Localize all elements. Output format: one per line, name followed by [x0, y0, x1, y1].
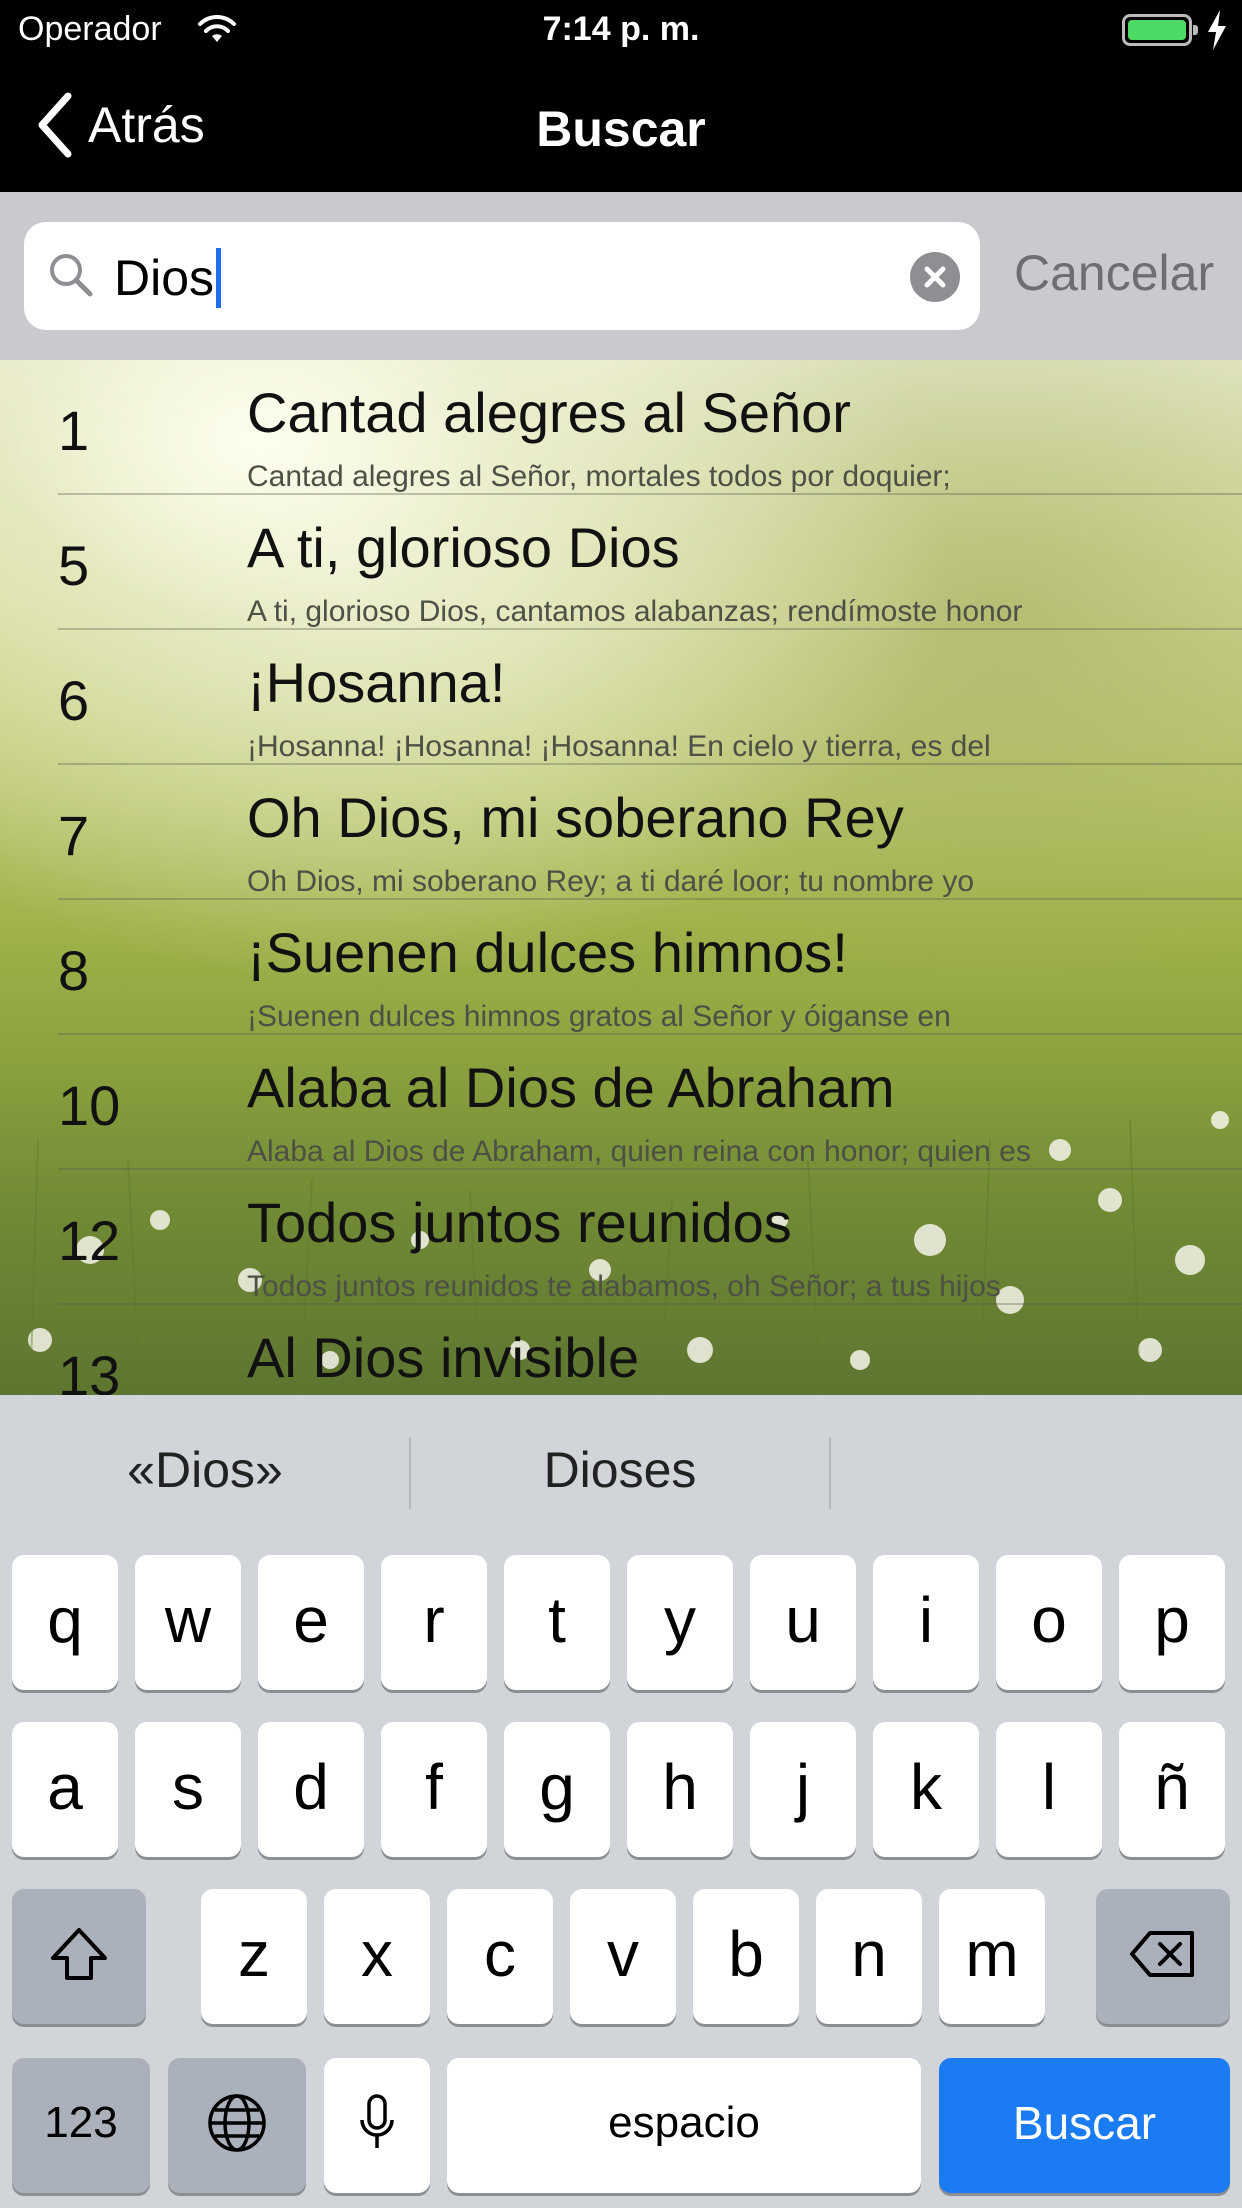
key-d[interactable]: d — [258, 1722, 364, 1857]
list-item[interactable]: 8 ¡Suenen dulces himnos! ¡Suenen dulces … — [0, 900, 1242, 1035]
numbers-key[interactable]: 123 — [12, 2058, 150, 2193]
key-e[interactable]: e — [258, 1555, 364, 1690]
list-item[interactable]: 6 ¡Hosanna! ¡Hosanna! ¡Hosanna! ¡Hosanna… — [0, 630, 1242, 765]
key-h[interactable]: h — [627, 1722, 733, 1857]
navigation-bar: Atrás Buscar — [0, 62, 1242, 192]
hymn-title: ¡Hosanna! — [247, 651, 506, 714]
back-label: Atrás — [88, 97, 205, 153]
keyboard: «Dios» Dioses q w e r t y u i o p a s d … — [0, 1395, 1242, 2208]
shift-key[interactable] — [12, 1889, 146, 2024]
status-bar: Operador 7:14 p. m. — [0, 0, 1242, 62]
backspace-icon — [1130, 1930, 1194, 1977]
space-key[interactable]: espacio — [447, 2058, 921, 2193]
key-f[interactable]: f — [381, 1722, 487, 1857]
hymn-title: Al Dios invisible — [247, 1326, 640, 1389]
text-caret — [216, 248, 222, 308]
clock: 7:14 p. m. — [542, 10, 700, 48]
key-x[interactable]: x — [324, 1889, 430, 2024]
key-k[interactable]: k — [873, 1722, 979, 1857]
hymn-snippet: A ti, glorioso Dios, cantamos alabanzas;… — [247, 595, 1023, 628]
key-p[interactable]: p — [1119, 1555, 1225, 1690]
predictive-bar: «Dios» Dioses — [0, 1395, 1242, 1545]
suggestion-divider — [829, 1437, 831, 1509]
hymn-number: 12 — [58, 1209, 121, 1272]
key-y[interactable]: y — [627, 1555, 733, 1690]
hymn-snippet: ¡Suenen dulces himnos gratos al Señor y … — [247, 1000, 951, 1033]
search-bar: Dios Cancelar — [0, 192, 1242, 360]
key-u[interactable]: u — [750, 1555, 856, 1690]
chevron-left-icon — [38, 92, 72, 158]
list-item[interactable]: 5 A ti, glorioso Dios A ti, glorioso Dio… — [0, 495, 1242, 630]
list-item[interactable]: 7 Oh Dios, mi soberano Rey Oh Dios, mi s… — [0, 765, 1242, 900]
key-n-tilde[interactable]: ñ — [1119, 1722, 1225, 1857]
hymn-number: 1 — [58, 399, 90, 462]
results-list[interactable]: 1 Cantad alegres al Señor Cantad alegres… — [0, 360, 1242, 1395]
search-query-text: Dios — [114, 250, 215, 306]
key-c[interactable]: c — [447, 1889, 553, 2024]
key-z[interactable]: z — [201, 1889, 307, 2024]
charging-icon — [1208, 10, 1226, 50]
key-t[interactable]: t — [504, 1555, 610, 1690]
list-item[interactable]: 13 Al Dios invisible — [0, 1305, 1242, 1395]
hymn-number: 8 — [58, 939, 90, 1002]
hymn-number: 6 — [58, 669, 90, 732]
hymn-number: 7 — [58, 804, 90, 867]
key-b[interactable]: b — [693, 1889, 799, 2024]
hymn-snippet: ¡Hosanna! ¡Hosanna! ¡Hosanna! En cielo y… — [247, 730, 991, 763]
key-v[interactable]: v — [570, 1889, 676, 2024]
clear-search-button[interactable] — [910, 252, 960, 302]
back-button[interactable]: Atrás — [36, 92, 205, 158]
list-item[interactable]: 12 Todos juntos reunidos Todos juntos re… — [0, 1170, 1242, 1305]
hymn-title: A ti, glorioso Dios — [247, 516, 680, 579]
key-a[interactable]: a — [12, 1722, 118, 1857]
list-item[interactable]: 10 Alaba al Dios de Abraham Alaba al Dio… — [0, 1035, 1242, 1170]
hymn-snippet: Alaba al Dios de Abraham, quien reina co… — [247, 1135, 1031, 1168]
hymn-title: Oh Dios, mi soberano Rey — [247, 786, 904, 849]
list-item[interactable]: 1 Cantad alegres al Señor Cantad alegres… — [0, 360, 1242, 495]
delete-key[interactable] — [1096, 1889, 1230, 2024]
key-q[interactable]: q — [12, 1555, 118, 1690]
hymn-title: Alaba al Dios de Abraham — [247, 1056, 895, 1119]
suggestion-item[interactable]: Dioses — [411, 1441, 829, 1499]
search-key[interactable]: Buscar — [939, 2058, 1230, 2193]
key-s[interactable]: s — [135, 1722, 241, 1857]
key-l[interactable]: l — [996, 1722, 1102, 1857]
search-icon — [50, 254, 93, 297]
suggestion-quoted[interactable]: «Dios» — [0, 1441, 410, 1499]
shift-icon — [51, 1927, 107, 1980]
hymn-title: Cantad alegres al Señor — [247, 381, 851, 444]
cancel-button[interactable]: Cancelar — [1014, 244, 1214, 302]
hymn-title: ¡Suenen dulces himnos! — [247, 921, 848, 984]
hymn-number: 13 — [58, 1344, 121, 1395]
key-w[interactable]: w — [135, 1555, 241, 1690]
key-m[interactable]: m — [939, 1889, 1045, 2024]
key-n[interactable]: n — [816, 1889, 922, 2024]
globe-icon — [208, 2093, 266, 2152]
key-j[interactable]: j — [750, 1722, 856, 1857]
hymn-number: 5 — [58, 534, 90, 597]
key-o[interactable]: o — [996, 1555, 1102, 1690]
hymn-snippet: Cantad alegres al Señor, mortales todos … — [247, 460, 951, 493]
dictation-key[interactable] — [324, 2058, 430, 2193]
battery-icon — [1122, 14, 1198, 46]
clear-icon — [924, 266, 946, 288]
key-i[interactable]: i — [873, 1555, 979, 1690]
hymn-snippet: Todos juntos reunidos te alabamos, oh Se… — [247, 1270, 1001, 1303]
hymn-number: 10 — [58, 1074, 121, 1137]
key-r[interactable]: r — [381, 1555, 487, 1690]
globe-key[interactable] — [168, 2058, 306, 2193]
hymn-title: Todos juntos reunidos — [247, 1191, 792, 1254]
microphone-icon — [360, 2093, 394, 2148]
key-g[interactable]: g — [504, 1722, 610, 1857]
search-input[interactable]: Dios — [24, 222, 980, 330]
search-query: Dios — [114, 248, 222, 308]
hymn-snippet: Oh Dios, mi soberano Rey; a ti daré loor… — [247, 865, 975, 898]
